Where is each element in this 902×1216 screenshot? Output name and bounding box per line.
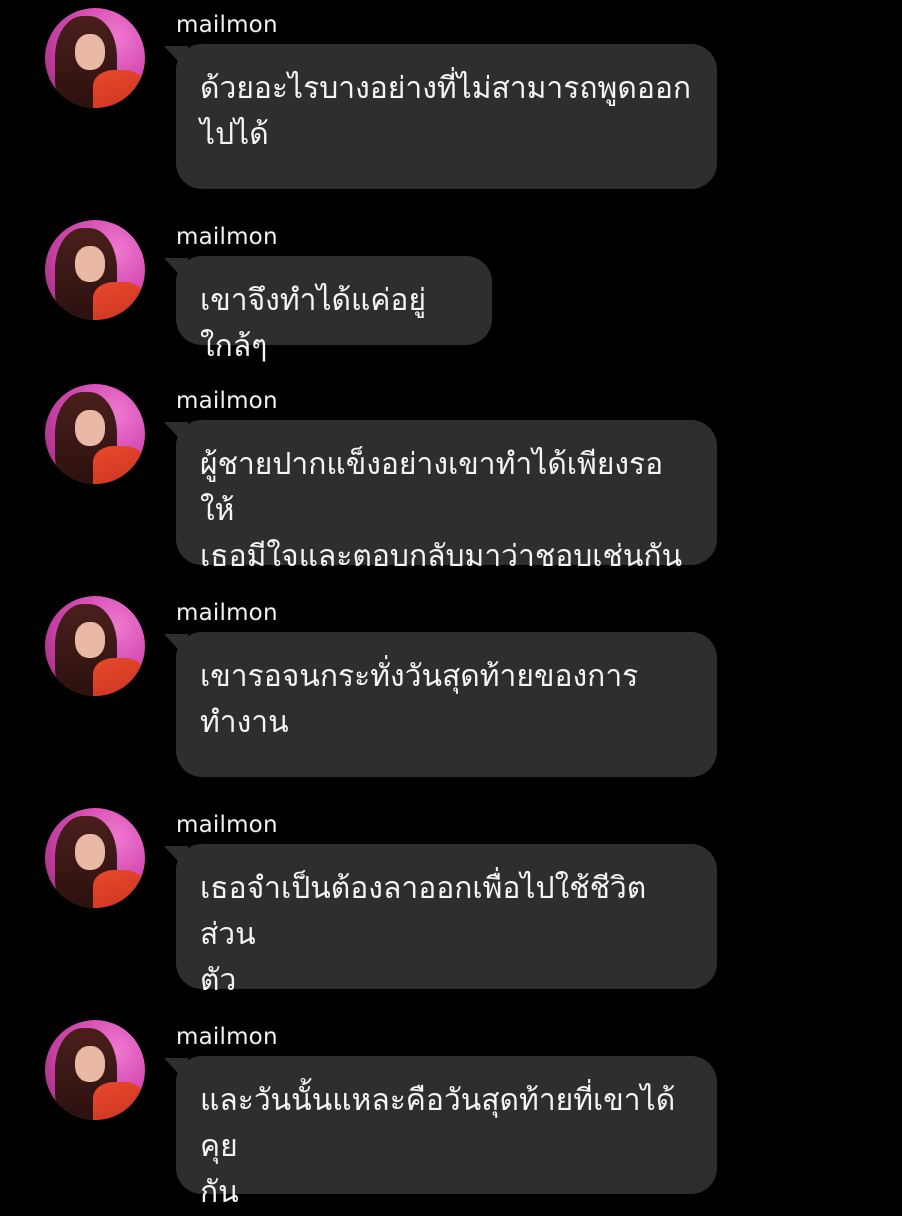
sender-name[interactable]: mailmon <box>176 388 278 414</box>
avatar-shirt <box>93 70 145 108</box>
avatar[interactable] <box>45 220 145 320</box>
avatar-shirt <box>93 658 145 696</box>
chat-thread: mailmon ด้วยอะไรบางอย่างที่ไม่สามารถพูดอ… <box>0 0 902 1210</box>
avatar-shirt <box>93 1082 145 1120</box>
sender-name[interactable]: mailmon <box>176 12 278 38</box>
message-bubble[interactable]: เขารอจนกระทั่งวันสุดท้ายของการ ทำงาน <box>176 632 717 777</box>
avatar-face <box>75 1046 105 1082</box>
avatar-shirt <box>93 446 145 484</box>
avatar[interactable] <box>45 8 145 108</box>
message-bubble[interactable]: เขาจึงทำได้แค่อยู่ใกล้ๆ <box>176 256 492 364</box>
avatar[interactable] <box>45 1020 145 1120</box>
avatar-shirt <box>93 870 145 908</box>
avatar[interactable] <box>45 596 145 696</box>
message-bubble[interactable]: เธอจำเป็นต้องลาออกเพื่อไปใช้ชีวิตส่วน ตั… <box>176 844 717 998</box>
avatar[interactable] <box>45 808 145 908</box>
avatar-face <box>75 834 105 870</box>
avatar-face <box>75 622 105 658</box>
message-bubble[interactable]: ผู้ชายปากแข็งอย่างเขาทำได้เพียงรอให้ เธอ… <box>176 420 717 574</box>
avatar[interactable] <box>45 384 145 484</box>
avatar-face <box>75 34 105 70</box>
message-bubble[interactable]: ด้วยอะไรบางอย่างที่ไม่สามารถพูดออก ไปได้ <box>176 44 717 189</box>
sender-name[interactable]: mailmon <box>176 812 278 838</box>
avatar-face <box>75 410 105 446</box>
sender-name[interactable]: mailmon <box>176 600 278 626</box>
message-bubble[interactable]: และวันนั้นแหละคือวันสุดท้ายที่เขาได้คุย … <box>176 1056 717 1210</box>
avatar-face <box>75 246 105 282</box>
avatar-shirt <box>93 282 145 320</box>
sender-name[interactable]: mailmon <box>176 1024 278 1050</box>
sender-name[interactable]: mailmon <box>176 224 278 250</box>
